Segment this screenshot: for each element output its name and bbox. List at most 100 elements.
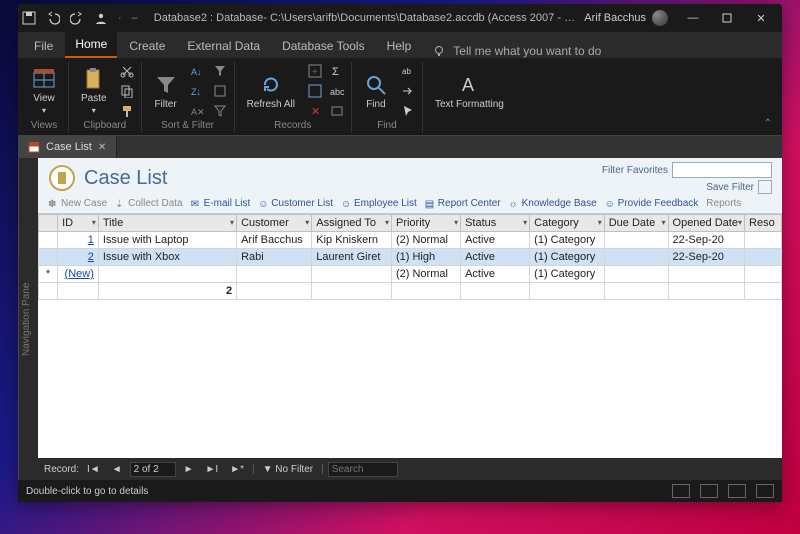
design-view-button[interactable] bbox=[756, 484, 774, 498]
save-icon[interactable] bbox=[22, 11, 36, 25]
undo-icon[interactable] bbox=[46, 11, 60, 25]
new-record-indicator[interactable]: * bbox=[39, 266, 58, 283]
navigation-pane-collapsed[interactable]: Navigation Pane bbox=[18, 158, 38, 480]
link-reports[interactable]: Reports bbox=[706, 198, 741, 209]
link-report-center[interactable]: ▤Report Center bbox=[425, 198, 501, 209]
link-customer-list[interactable]: ☺Customer List bbox=[258, 198, 333, 209]
sort-desc-icon[interactable]: Z↓ bbox=[190, 83, 206, 99]
cell-priority[interactable]: (2) Normal bbox=[391, 232, 460, 249]
row-selector[interactable] bbox=[39, 232, 58, 249]
find-button[interactable]: Find bbox=[358, 71, 394, 112]
filter-button[interactable]: Filter bbox=[148, 71, 184, 112]
cell-title[interactable]: Issue with Laptop bbox=[98, 232, 236, 249]
nav-first-button[interactable]: I◄ bbox=[83, 464, 104, 475]
advanced-filter-icon[interactable] bbox=[212, 83, 228, 99]
link-provide-feedback[interactable]: ☺Provide Feedback bbox=[605, 198, 699, 209]
redo-icon[interactable] bbox=[70, 11, 84, 25]
new-record-link[interactable]: (New) bbox=[58, 266, 99, 283]
link-new-case[interactable]: ✽New Case bbox=[48, 198, 107, 209]
cell-customer[interactable]: Arif Bacchus bbox=[237, 232, 312, 249]
col-customer[interactable]: Customer▾ bbox=[237, 215, 312, 232]
close-tab-icon[interactable]: ✕ bbox=[98, 142, 106, 153]
cell-id[interactable]: 1 bbox=[58, 232, 99, 249]
save-record-icon[interactable] bbox=[307, 83, 323, 99]
toggle-filter-icon[interactable] bbox=[212, 103, 228, 119]
link-knowledge-base[interactable]: ☼Knowledge Base bbox=[509, 198, 597, 209]
layout-view-button[interactable] bbox=[728, 484, 746, 498]
cell-assigned[interactable]: Kip Kniskern bbox=[312, 232, 392, 249]
row-selector[interactable] bbox=[39, 249, 58, 266]
replace-icon[interactable]: ab bbox=[400, 63, 416, 79]
account-area[interactable]: Arif Bacchus bbox=[584, 10, 668, 26]
cell-priority[interactable]: (1) High bbox=[391, 249, 460, 266]
new-record-icon[interactable]: + bbox=[307, 63, 323, 79]
tab-external-data[interactable]: External Data bbox=[177, 34, 270, 58]
chevron-down-icon[interactable]: ▾ bbox=[385, 218, 389, 227]
cell-category[interactable]: (1) Category bbox=[530, 232, 605, 249]
chevron-down-icon[interactable]: ▾ bbox=[662, 218, 666, 227]
tab-database-tools[interactable]: Database Tools bbox=[272, 34, 375, 58]
minimize-button[interactable]: — bbox=[676, 4, 710, 32]
close-button[interactable]: ✕ bbox=[744, 4, 778, 32]
link-email-list[interactable]: ✉E-mail List bbox=[191, 198, 251, 209]
more-records-icon[interactable] bbox=[329, 103, 345, 119]
tab-file[interactable]: File bbox=[24, 34, 63, 58]
col-title[interactable]: Title▾ bbox=[98, 215, 236, 232]
cell-title[interactable]: Issue with Xbox bbox=[98, 249, 236, 266]
spelling-icon[interactable]: abc bbox=[329, 83, 345, 99]
chevron-down-icon[interactable]: ▾ bbox=[92, 218, 96, 227]
collapse-ribbon-button[interactable]: ⌃ bbox=[756, 114, 780, 133]
selection-filter-icon[interactable] bbox=[212, 63, 228, 79]
cell-due[interactable] bbox=[604, 249, 668, 266]
chevron-down-icon[interactable]: ▾ bbox=[598, 218, 602, 227]
cell-opened[interactable]: 22-Sep-20 bbox=[668, 232, 745, 249]
cell-due[interactable] bbox=[604, 232, 668, 249]
col-due[interactable]: Due Date▾ bbox=[604, 215, 668, 232]
cut-icon[interactable] bbox=[119, 63, 135, 79]
object-tab-case-list[interactable]: Case List ✕ bbox=[18, 136, 117, 158]
filter-favorites-combo[interactable] bbox=[672, 162, 772, 178]
copy-icon[interactable] bbox=[119, 83, 135, 99]
datasheet-view-button[interactable] bbox=[700, 484, 718, 498]
col-opened[interactable]: Opened Date▾ bbox=[668, 215, 745, 232]
text-formatting-button[interactable]: A Text Formatting bbox=[429, 71, 510, 112]
paste-button[interactable]: Paste ▾ bbox=[75, 65, 113, 117]
cell-id[interactable]: 2 bbox=[58, 249, 99, 266]
cell-reso[interactable] bbox=[745, 249, 782, 266]
cell-status[interactable]: Active bbox=[461, 249, 530, 266]
chevron-down-icon[interactable]: ▾ bbox=[454, 218, 458, 227]
cell-customer[interactable]: Rabi bbox=[237, 249, 312, 266]
nav-prev-button[interactable]: ◄ bbox=[108, 464, 126, 475]
col-assigned[interactable]: Assigned To▾ bbox=[312, 215, 392, 232]
col-priority[interactable]: Priority▾ bbox=[391, 215, 460, 232]
refresh-all-button[interactable]: Refresh All bbox=[241, 71, 301, 112]
maximize-button[interactable] bbox=[710, 4, 744, 32]
cell-opened[interactable]: 22-Sep-20 bbox=[668, 249, 745, 266]
totals-icon[interactable]: Σ bbox=[329, 63, 345, 79]
cell-assigned[interactable]: Laurent Giret bbox=[312, 249, 392, 266]
col-status[interactable]: Status▾ bbox=[461, 215, 530, 232]
col-id[interactable]: ID▾ bbox=[58, 215, 99, 232]
save-filter-icon[interactable] bbox=[758, 180, 772, 194]
chevron-down-icon[interactable]: ▾ bbox=[230, 218, 234, 227]
nav-new-button[interactable]: ►* bbox=[226, 464, 248, 475]
tell-me-search[interactable]: Tell me what you want to do bbox=[433, 44, 776, 58]
record-search-input[interactable] bbox=[328, 462, 398, 477]
sort-asc-icon[interactable]: A↓ bbox=[190, 63, 206, 79]
form-view-button[interactable] bbox=[672, 484, 690, 498]
chevron-down-icon[interactable]: ▾ bbox=[305, 218, 309, 227]
format-painter-icon[interactable] bbox=[119, 103, 135, 119]
chevron-down-icon[interactable]: ▾ bbox=[738, 218, 742, 227]
tab-home[interactable]: Home bbox=[65, 32, 117, 58]
tab-create[interactable]: Create bbox=[119, 34, 175, 58]
table-row[interactable]: 1 Issue with Laptop Arif Bacchus Kip Kni… bbox=[39, 232, 782, 249]
cell-category[interactable]: (1) Category bbox=[530, 249, 605, 266]
chevron-down-icon[interactable]: ▾ bbox=[523, 218, 527, 227]
cell-status[interactable]: Active bbox=[461, 232, 530, 249]
link-collect-data[interactable]: ⇣Collect Data bbox=[115, 198, 182, 209]
col-reso[interactable]: Reso bbox=[745, 215, 782, 232]
row-selector-header[interactable] bbox=[39, 215, 58, 232]
nav-next-button[interactable]: ► bbox=[180, 464, 198, 475]
tab-help[interactable]: Help bbox=[377, 34, 422, 58]
no-filter-indicator[interactable]: ▼ No Filter bbox=[259, 464, 317, 475]
